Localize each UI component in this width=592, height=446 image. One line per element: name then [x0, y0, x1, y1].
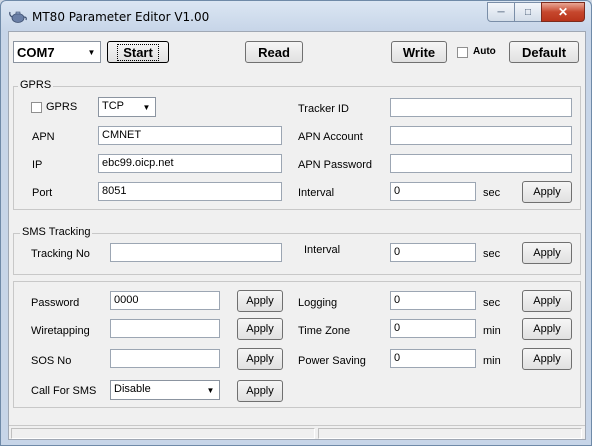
maximize-button[interactable]: □: [514, 2, 542, 22]
password-apply-label: Apply: [246, 295, 274, 307]
password-label: Password: [31, 297, 80, 309]
sos-input[interactable]: [110, 349, 220, 368]
chevron-down-icon: ▼: [87, 47, 96, 57]
timezone-apply-button[interactable]: Apply: [522, 318, 572, 340]
apn-account-input[interactable]: [390, 126, 572, 145]
gprs-apply-button[interactable]: Apply: [522, 181, 572, 203]
write-button[interactable]: Write: [391, 41, 447, 63]
tracking-no-label: Tracking No: [31, 248, 90, 260]
sos-apply-button[interactable]: Apply: [237, 348, 283, 370]
auto-checkbox[interactable]: [457, 47, 468, 58]
password-input[interactable]: 0000: [110, 291, 220, 310]
apn-label: APN: [32, 131, 55, 143]
protocol-select[interactable]: TCP ▼: [98, 97, 156, 117]
logging-label: Logging: [298, 297, 338, 309]
minimize-button[interactable]: ─: [487, 2, 515, 22]
powersaving-apply-label: Apply: [533, 353, 561, 365]
sms-interval-label: Interval: [304, 244, 341, 256]
protocol-value: TCP: [102, 100, 124, 112]
com-port-value: COM7: [17, 45, 55, 60]
read-button-label: Read: [258, 44, 290, 60]
gprs-interval-unit: sec: [483, 187, 501, 199]
callsms-select[interactable]: Disable ▼: [110, 380, 220, 400]
callsms-label: Call For SMS: [31, 385, 97, 397]
logging-apply-button[interactable]: Apply: [522, 290, 572, 312]
client-area: COM7 ▼ Start Read Write Auto Default GPR…: [8, 31, 586, 440]
callsms-apply-button[interactable]: Apply: [237, 380, 283, 402]
timezone-label: Time Zone: [298, 325, 351, 337]
powersaving-apply-button[interactable]: Apply: [522, 348, 572, 370]
gprs-interval-input[interactable]: 0: [390, 182, 476, 201]
apn-password-input[interactable]: [390, 154, 572, 173]
timezone-input[interactable]: 0: [390, 319, 476, 338]
read-button[interactable]: Read: [245, 41, 303, 63]
apn-account-label: APN Account: [298, 131, 363, 143]
close-button[interactable]: ✕: [541, 2, 585, 22]
sms-interval-unit: sec: [483, 248, 501, 260]
tracker-id-input[interactable]: [390, 98, 572, 117]
tracking-no-input[interactable]: [110, 243, 282, 262]
write-button-label: Write: [402, 44, 436, 60]
sos-label: SOS No: [31, 355, 72, 367]
gprs-apply-label: Apply: [533, 186, 561, 198]
password-apply-button[interactable]: Apply: [237, 290, 283, 312]
default-button[interactable]: Default: [509, 41, 579, 63]
sos-apply-label: Apply: [246, 353, 274, 365]
chevron-down-icon: ▼: [206, 385, 215, 395]
callsms-apply-label: Apply: [246, 385, 274, 397]
gprs-enable-label: GPRS: [46, 101, 78, 113]
wiretapping-label: Wiretapping: [31, 325, 90, 337]
maximize-icon: □: [524, 6, 532, 18]
title-bar[interactable]: MT80 Parameter Editor V1.00 ─ □ ✕: [1, 1, 591, 31]
minimize-icon: ─: [497, 6, 505, 18]
port-label: Port: [32, 187, 53, 199]
timezone-unit: min: [483, 325, 501, 337]
window-title: MT80 Parameter Editor V1.00: [32, 10, 210, 24]
sms-interval-input[interactable]: 0: [390, 243, 476, 262]
logging-input[interactable]: 0: [390, 291, 476, 310]
wiretapping-apply-button[interactable]: Apply: [237, 318, 283, 340]
com-port-select[interactable]: COM7 ▼: [13, 41, 101, 63]
gprs-group-title: GPRS: [18, 79, 54, 91]
sms-group-title: SMS Tracking: [20, 226, 93, 238]
callsms-value: Disable: [114, 383, 151, 395]
ip-label: IP: [32, 159, 43, 171]
status-pane-left: [11, 428, 315, 439]
powersaving-unit: min: [483, 355, 501, 367]
start-button[interactable]: Start: [107, 41, 169, 63]
powersaving-input[interactable]: 0: [390, 349, 476, 368]
caption-buttons: ─ □ ✕: [487, 2, 585, 22]
port-input[interactable]: 8051: [98, 182, 282, 201]
default-button-label: Default: [521, 44, 567, 60]
sms-apply-label: Apply: [533, 247, 561, 259]
wiretapping-input[interactable]: [110, 319, 220, 338]
logging-apply-label: Apply: [533, 295, 561, 307]
ip-input[interactable]: ebc99.oicp.net: [98, 154, 282, 173]
chevron-down-icon: ▼: [142, 102, 151, 112]
gprs-enable-checkbox[interactable]: [31, 102, 42, 113]
tracker-id-label: Tracker ID: [298, 103, 349, 115]
close-icon: ✕: [557, 5, 569, 19]
app-window: MT80 Parameter Editor V1.00 ─ □ ✕ COM7 ▼…: [0, 0, 592, 446]
status-pane-right: [318, 428, 582, 439]
logging-unit: sec: [483, 297, 501, 309]
teapot-app-icon: [9, 11, 27, 23]
powersaving-label: Power Saving: [298, 355, 366, 367]
start-button-label: Start: [117, 43, 159, 61]
apn-input[interactable]: CMNET: [98, 126, 282, 145]
gprs-interval-label: Interval: [298, 187, 335, 199]
apn-password-label: APN Password: [298, 159, 372, 171]
status-bar: [9, 425, 585, 440]
auto-label: Auto: [473, 46, 496, 57]
wiretapping-apply-label: Apply: [246, 323, 274, 335]
sms-apply-button[interactable]: Apply: [522, 242, 572, 264]
timezone-apply-label: Apply: [533, 323, 561, 335]
